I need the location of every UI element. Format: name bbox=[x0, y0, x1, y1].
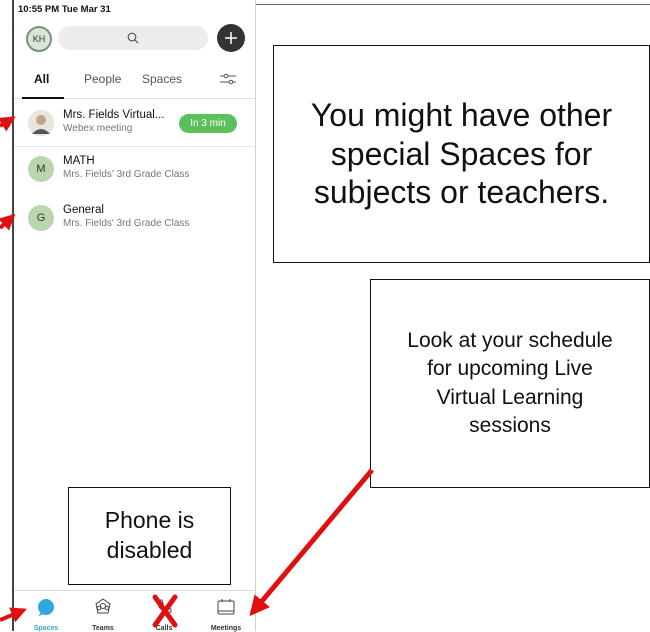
phone-callout: Phone is disabled bbox=[68, 487, 231, 585]
space-subtitle: Mrs. Fields' 3rd Grade Class bbox=[63, 169, 190, 180]
space-avatar: M bbox=[28, 156, 54, 182]
schedule-callout: Look at your schedule for upcoming Live … bbox=[370, 279, 650, 488]
nav-calls[interactable]: Calls bbox=[139, 597, 189, 632]
calendar-icon bbox=[217, 599, 235, 615]
space-subtitle: Webex meeting bbox=[63, 123, 133, 134]
space-title: MATH bbox=[63, 155, 95, 167]
search-icon bbox=[127, 32, 139, 44]
tab-people[interactable]: People bbox=[84, 72, 121, 86]
top-bar: KH bbox=[14, 22, 256, 54]
add-button[interactable] bbox=[217, 24, 245, 52]
space-item-general[interactable]: G General Mrs. Fields' 3rd Grade Class bbox=[14, 199, 256, 239]
space-item-meeting[interactable]: Mrs. Fields Virtual... Webex meeting In … bbox=[14, 104, 256, 147]
user-avatar[interactable]: KH bbox=[26, 26, 52, 52]
nav-meetings[interactable]: Meetings bbox=[201, 597, 251, 632]
space-subtitle: Mrs. Fields' 3rd Grade Class bbox=[63, 218, 190, 229]
filter-tabs: All People Spaces bbox=[14, 64, 256, 99]
teams-icon bbox=[95, 598, 111, 614]
tab-spaces[interactable]: Spaces bbox=[142, 72, 182, 86]
status-bar-time: 10:55 PM Tue Mar 31 bbox=[18, 4, 111, 15]
search-bar[interactable] bbox=[58, 26, 208, 50]
phone-icon bbox=[158, 599, 172, 613]
space-title: General bbox=[63, 204, 104, 216]
top-divider bbox=[256, 4, 650, 5]
arrow-to-meetings-nav bbox=[249, 468, 374, 617]
teacher-photo-avatar bbox=[28, 110, 54, 136]
space-item-math[interactable]: M MATH Mrs. Fields' 3rd Grade Class bbox=[14, 150, 256, 190]
spaces-callout: You might have other special Spaces for … bbox=[273, 45, 650, 263]
active-tab-indicator bbox=[22, 97, 64, 99]
chat-bubble-icon bbox=[38, 599, 54, 616]
space-avatar: G bbox=[28, 205, 54, 231]
plus-icon bbox=[225, 32, 237, 44]
nav-spaces[interactable]: Spaces bbox=[21, 597, 71, 632]
tab-all[interactable]: All bbox=[34, 72, 49, 86]
space-title: Mrs. Fields Virtual... bbox=[63, 109, 165, 121]
nav-teams[interactable]: Teams bbox=[78, 597, 128, 632]
meeting-start-badge[interactable]: In 3 min bbox=[179, 114, 237, 133]
bottom-navigation: Spaces Teams Calls Meetings bbox=[14, 590, 256, 632]
filter-icon[interactable] bbox=[219, 70, 237, 88]
